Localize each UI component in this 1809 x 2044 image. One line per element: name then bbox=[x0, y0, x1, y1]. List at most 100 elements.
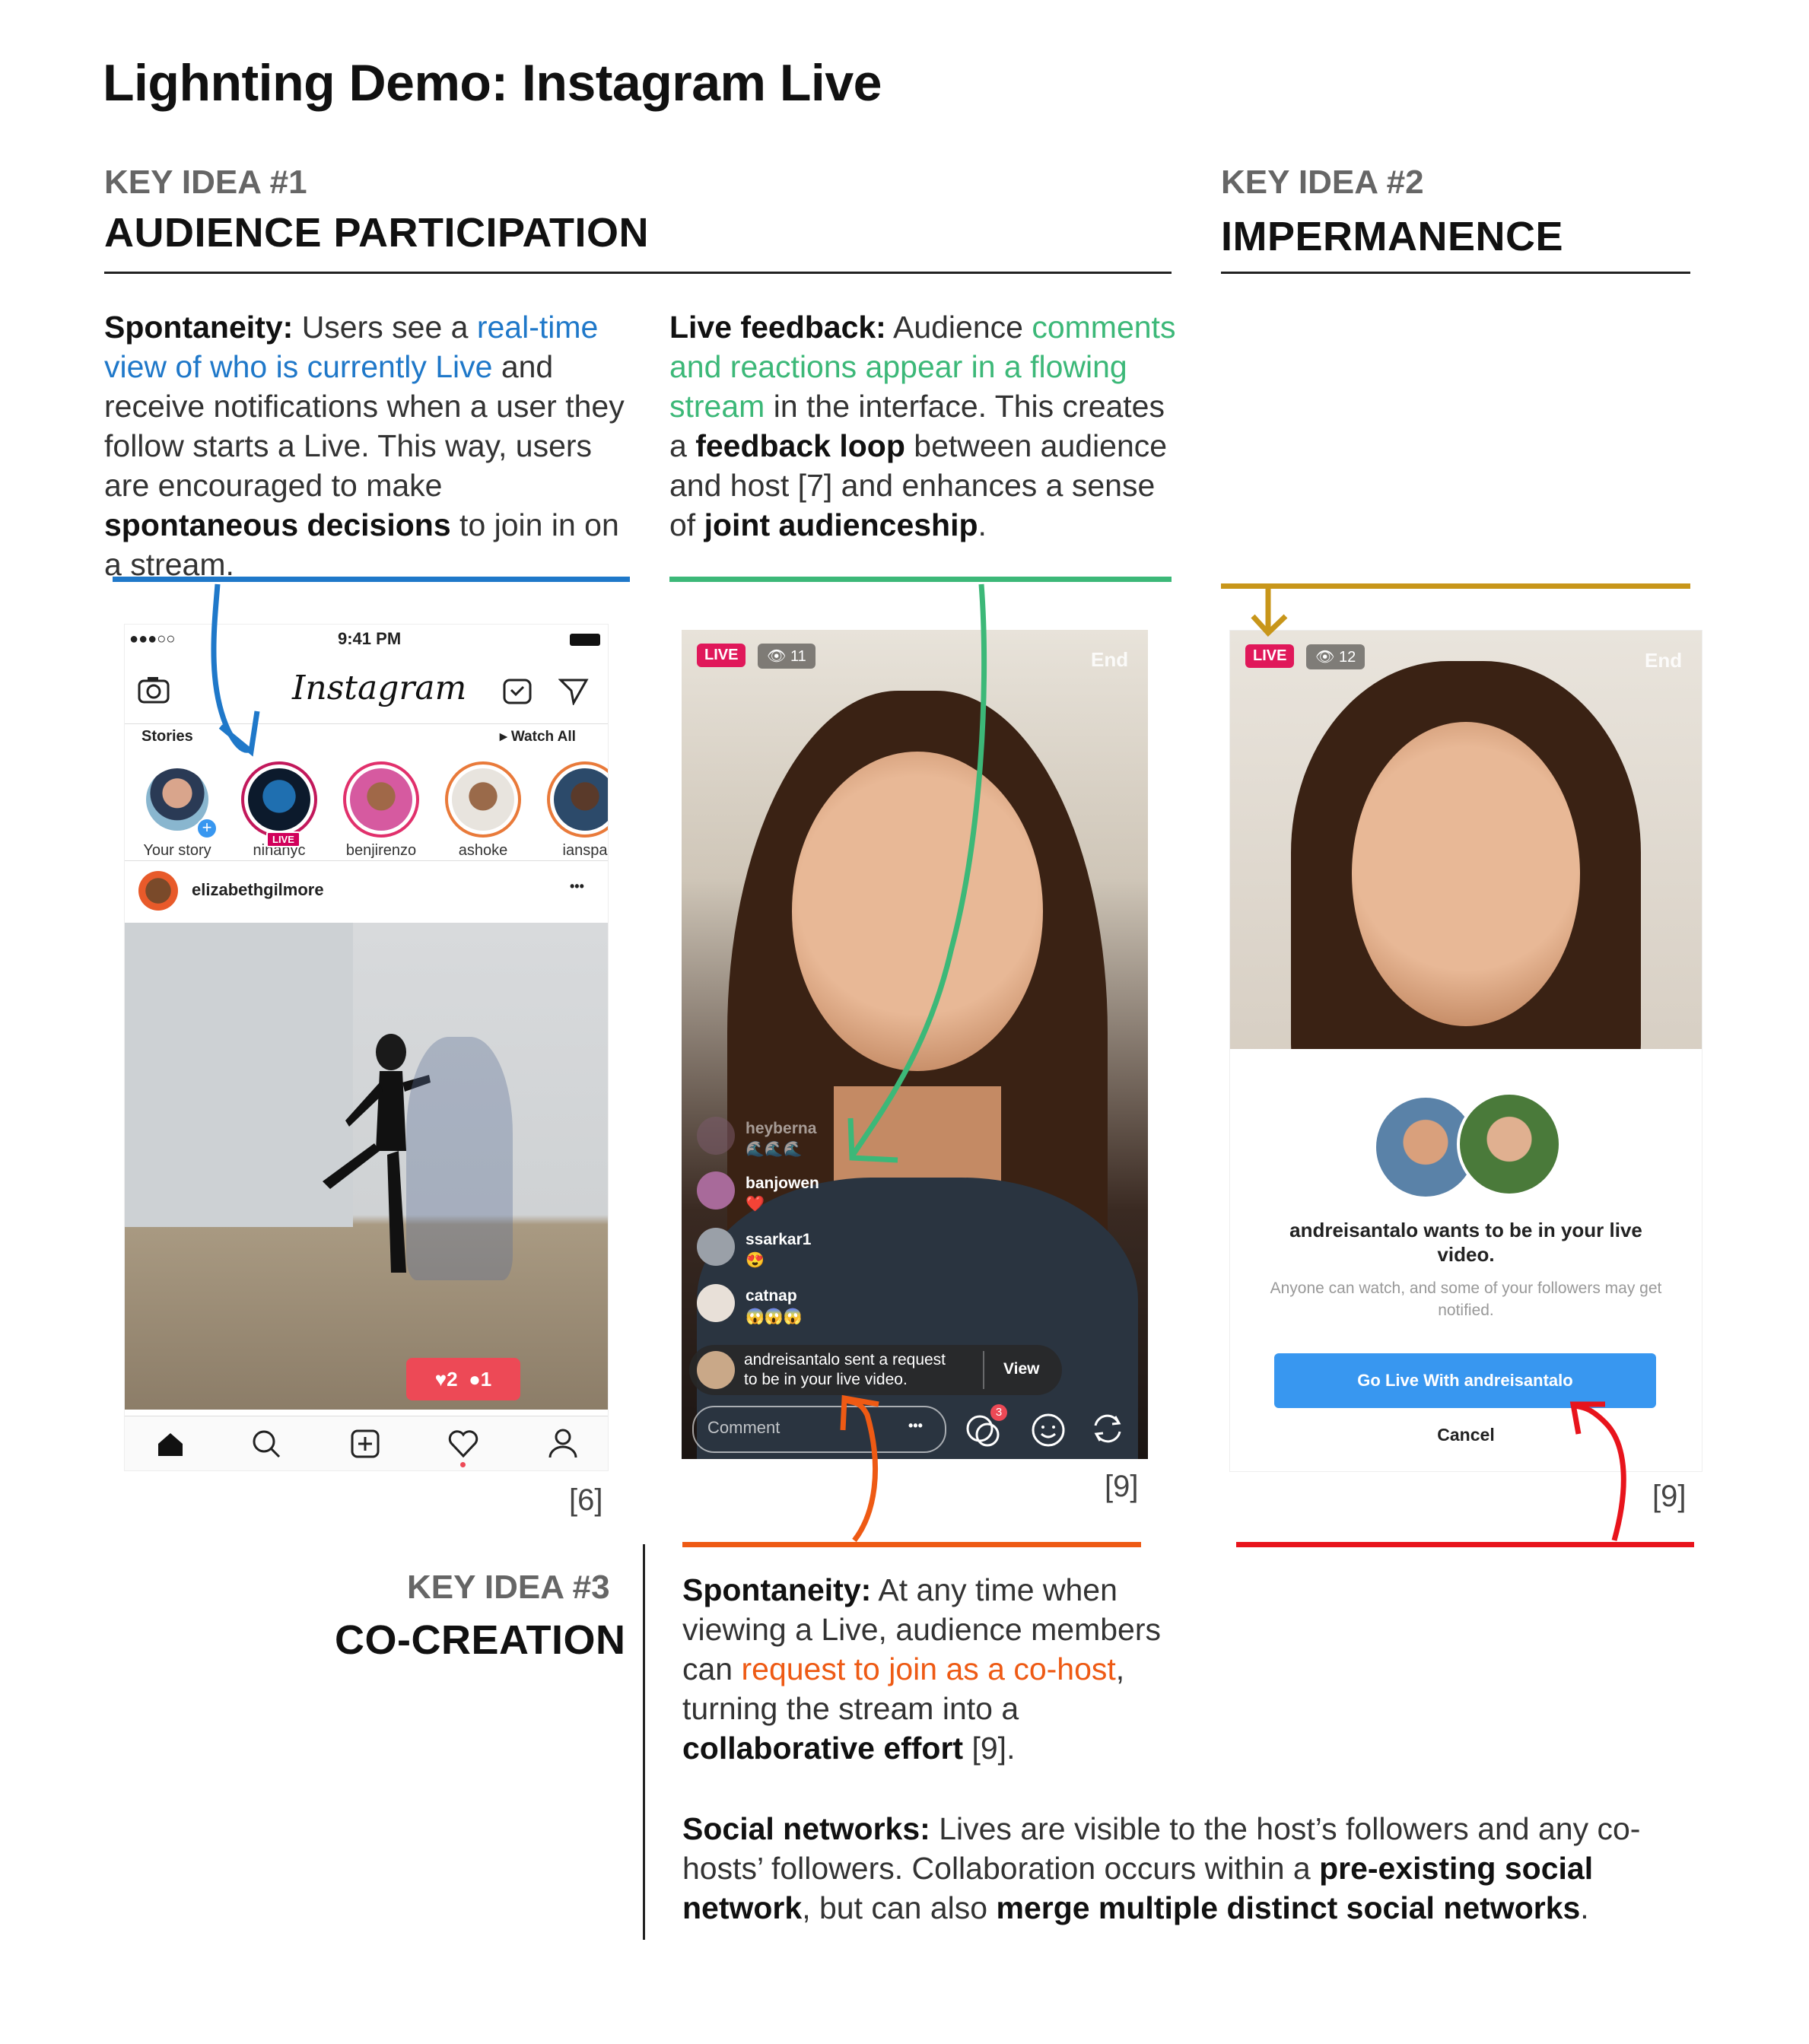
para-lead: Spontaneity: bbox=[682, 1572, 872, 1607]
host-face bbox=[1352, 722, 1580, 1026]
instagram-header: Instagram bbox=[125, 658, 608, 724]
key-idea-2-rule bbox=[1221, 272, 1690, 274]
requester-avatar bbox=[697, 1351, 735, 1389]
notification-dot bbox=[460, 1462, 466, 1467]
paragraph-spontaneity-1: Spontaneity: Users see a real-time view … bbox=[104, 307, 637, 584]
host-face bbox=[792, 752, 1043, 1071]
view-request-button[interactable]: View bbox=[1003, 1360, 1039, 1378]
red-connector-line bbox=[1236, 1542, 1694, 1547]
story-ianspa[interactable]: ianspa bbox=[543, 761, 608, 860]
para-text: [9]. bbox=[963, 1731, 1016, 1766]
dancer-shadow bbox=[406, 1037, 513, 1280]
viewer-count: 👁 12 bbox=[1306, 644, 1365, 669]
story-avatar bbox=[547, 761, 608, 838]
story-avatar bbox=[241, 761, 317, 838]
story-name: benjirenzo bbox=[345, 842, 417, 859]
request-text-1: andreisantalo sent a request bbox=[744, 1351, 946, 1368]
para-highlight: request to join as a co-host bbox=[741, 1651, 1116, 1686]
cohost-request-screenshot: LIVE 👁 12 End andreisantalo wants to be … bbox=[1229, 630, 1702, 1472]
vertical-divider bbox=[643, 1544, 645, 1940]
key-idea-1-label: KEY IDEA #1 bbox=[104, 164, 307, 201]
viewer-count: 👁 11 bbox=[758, 644, 815, 669]
para-lead: Social networks: bbox=[682, 1811, 930, 1846]
request-subtitle: Anyone can watch, and some of your follo… bbox=[1270, 1279, 1662, 1319]
igtv-icon[interactable] bbox=[502, 675, 533, 705]
citation-9b: [9] bbox=[1652, 1480, 1687, 1513]
add-story-icon[interactable]: + bbox=[196, 818, 218, 839]
stories-label: Stories bbox=[141, 728, 193, 745]
para-lead: Spontaneity: bbox=[104, 310, 294, 345]
camera-icon[interactable] bbox=[137, 675, 170, 705]
story-benjirenzo[interactable]: benjirenzo bbox=[339, 761, 423, 860]
para-bold: joint audienceship bbox=[704, 507, 978, 542]
requests-count-badge: 3 bbox=[990, 1404, 1007, 1421]
instagram-logo: Instagram bbox=[292, 669, 467, 707]
story-avatar bbox=[445, 761, 521, 838]
key-idea-2-label: KEY IDEA #2 bbox=[1221, 164, 1424, 201]
comments-count: ●1 bbox=[469, 1368, 492, 1391]
direct-message-icon[interactable] bbox=[558, 676, 589, 705]
para-text: , but can also bbox=[802, 1890, 997, 1925]
search-icon[interactable] bbox=[251, 1429, 281, 1459]
para-text: . bbox=[978, 507, 987, 542]
live-badge: LIVE bbox=[697, 644, 746, 667]
story-your-story[interactable]: Your story bbox=[135, 761, 219, 860]
para-lead: Live feedback: bbox=[669, 310, 886, 345]
key-idea-1-name: AUDIENCE PARTICIPATION bbox=[104, 210, 650, 256]
para-text: Users see a bbox=[293, 310, 477, 345]
switch-camera-icon[interactable] bbox=[1088, 1409, 1127, 1448]
orange-connector-line bbox=[682, 1542, 1141, 1547]
para-bold: merge multiple distinct social networks bbox=[996, 1890, 1581, 1925]
page-title: Lighnting Demo: Instagram Live bbox=[103, 54, 882, 112]
para-bold: feedback loop bbox=[695, 428, 905, 463]
profile-icon[interactable] bbox=[548, 1427, 578, 1459]
signal-icon: ●●●○○ bbox=[129, 631, 176, 647]
status-time: 9:41 PM bbox=[338, 629, 402, 648]
go-live-with-button[interactable]: Go Live With andreisantalo bbox=[1274, 1353, 1656, 1408]
end-button[interactable]: End bbox=[1091, 648, 1128, 672]
home-icon[interactable] bbox=[155, 1430, 186, 1458]
face-filter-icon[interactable] bbox=[1030, 1409, 1070, 1448]
para-text: Audience bbox=[885, 310, 1032, 345]
story-name: ashoke bbox=[458, 842, 508, 859]
story-avatar bbox=[343, 761, 419, 838]
story-ashoke[interactable]: ashoke bbox=[441, 761, 525, 860]
activity-heart-icon[interactable] bbox=[447, 1429, 479, 1459]
story-live-badge: LIVE bbox=[266, 831, 300, 847]
stories-tray: Stories ▸ Watch All Your story + ninanyc… bbox=[125, 723, 608, 861]
key-idea-3-name: CO-CREATION bbox=[335, 1617, 626, 1663]
more-icon[interactable]: ••• bbox=[908, 1418, 923, 1434]
comment-input[interactable]: Comment ••• bbox=[692, 1406, 946, 1453]
bottom-tab-bar bbox=[125, 1416, 608, 1470]
para-text: . bbox=[1580, 1890, 1589, 1925]
story-name: Your story bbox=[143, 842, 211, 859]
citation-9a: [9] bbox=[1105, 1470, 1139, 1503]
watch-all-link[interactable]: ▸ Watch All bbox=[500, 728, 576, 745]
battery-icon bbox=[570, 634, 600, 646]
more-options-icon[interactable]: ••• bbox=[570, 879, 584, 895]
comment-placeholder: Comment bbox=[707, 1418, 781, 1437]
activity-bubble: ♥2 ●1 bbox=[406, 1358, 520, 1400]
request-text-2: to be in your live video. bbox=[744, 1371, 908, 1388]
para-bold: collaborative effort bbox=[682, 1731, 964, 1766]
key-idea-3-label: KEY IDEA #3 bbox=[407, 1569, 610, 1606]
paragraph-live-feedback: Live feedback: Audience comments and rea… bbox=[669, 307, 1187, 545]
requester-avatar bbox=[1457, 1092, 1562, 1197]
post-username[interactable]: elizabethgilmore bbox=[192, 880, 324, 900]
cohost-request-pill[interactable]: andreisantalo sent a request to be in yo… bbox=[689, 1345, 1062, 1395]
green-connector-line bbox=[669, 577, 1172, 582]
story-name: ianspa bbox=[562, 842, 608, 859]
post-avatar[interactable] bbox=[138, 871, 178, 911]
para-bold: spontaneous decisions bbox=[104, 507, 451, 542]
instagram-live-screenshot: LIVE 👁 11 End heyberna 🌊🌊🌊 banjowen ❤️ ssa… bbox=[682, 630, 1148, 1459]
add-post-icon[interactable] bbox=[350, 1429, 380, 1459]
post-photo[interactable] bbox=[125, 923, 608, 1410]
likes-count: ♥2 bbox=[434, 1368, 458, 1391]
instagram-feed-screenshot: ●●●○○ 9:41 PM Instagram Stories ▸ Watch … bbox=[124, 624, 609, 1471]
gold-connector-line bbox=[1221, 583, 1690, 589]
paragraph-social-networks: Social networks: Lives are visible to th… bbox=[682, 1809, 1664, 1928]
cancel-button[interactable]: Cancel bbox=[1230, 1425, 1702, 1445]
status-bar: ●●●○○ 9:41 PM bbox=[125, 625, 608, 658]
end-button[interactable]: End bbox=[1645, 649, 1682, 672]
paragraph-spontaneity-3: Spontaneity: At any time when viewing a … bbox=[682, 1570, 1184, 1768]
